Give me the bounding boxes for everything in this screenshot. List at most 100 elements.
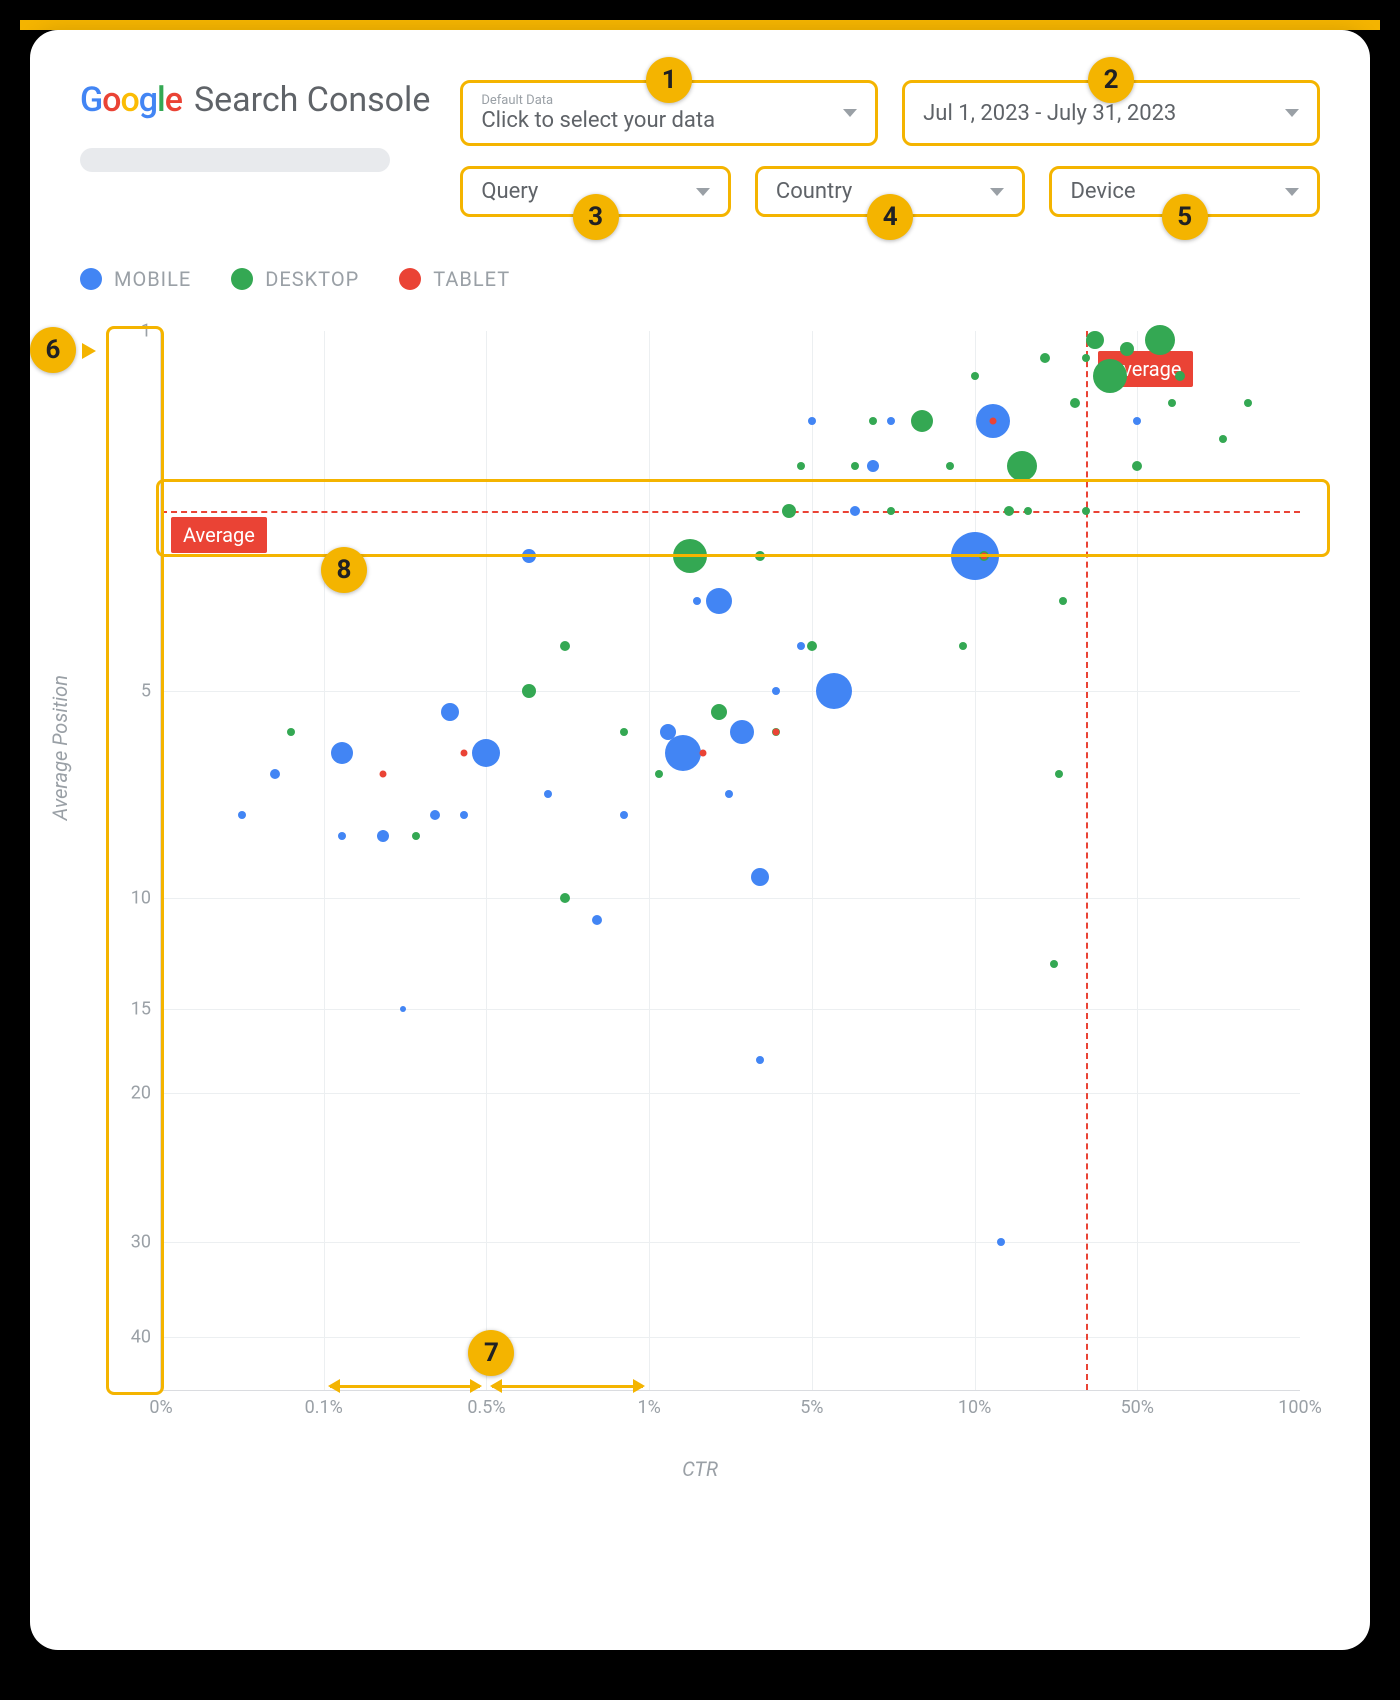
- data-point[interactable]: [997, 1238, 1005, 1246]
- data-point[interactable]: [797, 642, 805, 650]
- data-point[interactable]: [331, 742, 353, 764]
- data-point[interactable]: [620, 811, 628, 819]
- data-point[interactable]: [472, 739, 500, 767]
- data-selector-dropdown[interactable]: Default Data Click to select your data 1: [460, 80, 878, 146]
- data-point[interactable]: [1082, 354, 1090, 362]
- data-point[interactable]: [1004, 506, 1014, 516]
- data-point[interactable]: [699, 750, 706, 757]
- data-point[interactable]: [238, 811, 246, 819]
- data-point[interactable]: [1093, 359, 1127, 393]
- data-point[interactable]: [400, 1006, 406, 1012]
- plot-area: 0%0.1%0.5%1%5%10%50%100%151015203040Aver…: [160, 331, 1300, 1391]
- data-point[interactable]: [772, 687, 780, 695]
- data-point[interactable]: [797, 462, 805, 470]
- data-point[interactable]: [560, 641, 570, 651]
- data-point[interactable]: [850, 506, 860, 516]
- chart: Average Position 0%0.1%0.5%1%5%10%50%100…: [80, 321, 1320, 1441]
- data-point[interactable]: [1133, 417, 1141, 425]
- data-point[interactable]: [665, 735, 701, 771]
- data-point[interactable]: [1024, 507, 1032, 515]
- device-dropdown[interactable]: Device 5: [1049, 166, 1320, 217]
- data-point[interactable]: [1219, 435, 1227, 443]
- data-point[interactable]: [380, 770, 387, 777]
- data-point[interactable]: [981, 553, 988, 560]
- data-point[interactable]: [655, 770, 663, 778]
- arrow-right-icon: [82, 343, 96, 359]
- data-point[interactable]: [1050, 960, 1058, 968]
- data-point[interactable]: [1059, 597, 1067, 605]
- data-point[interactable]: [673, 539, 707, 573]
- data-point[interactable]: [1132, 461, 1142, 471]
- query-label: Query: [481, 179, 538, 204]
- date-range-dropdown[interactable]: Jul 1, 2023 - July 31, 2023 2: [902, 80, 1320, 146]
- data-point[interactable]: [990, 418, 997, 425]
- data-point[interactable]: [959, 642, 967, 650]
- data-point[interactable]: [1244, 399, 1252, 407]
- callout-1: 1: [646, 57, 692, 103]
- data-point[interactable]: [338, 832, 346, 840]
- data-point[interactable]: [782, 504, 796, 518]
- data-point[interactable]: [971, 372, 979, 380]
- data-point[interactable]: [756, 1056, 764, 1064]
- data-point[interactable]: [755, 551, 765, 561]
- callout-3: 3: [573, 194, 619, 240]
- data-point[interactable]: [560, 893, 570, 903]
- header: Google Search Console Default Data Click…: [80, 80, 1320, 217]
- data-point[interactable]: [287, 728, 295, 736]
- data-point[interactable]: [693, 597, 701, 605]
- data-point[interactable]: [441, 703, 459, 721]
- data-point[interactable]: [620, 728, 628, 736]
- data-point[interactable]: [1168, 399, 1176, 407]
- legend: MOBILE DESKTOP TABLET: [80, 267, 1320, 291]
- data-point[interactable]: [522, 684, 536, 698]
- callout-7: 7: [468, 1330, 514, 1376]
- data-point[interactable]: [544, 790, 552, 798]
- data-point[interactable]: [1145, 325, 1175, 355]
- avg-row-highlight: [156, 479, 1330, 557]
- data-point[interactable]: [869, 417, 877, 425]
- average-badge-horizontal: Average: [171, 517, 267, 553]
- data-point[interactable]: [946, 462, 954, 470]
- data-point[interactable]: [1175, 371, 1185, 381]
- data-point[interactable]: [522, 549, 536, 563]
- data-point[interactable]: [1040, 353, 1050, 363]
- x-axis-label: CTR: [682, 1457, 718, 1481]
- data-point[interactable]: [1070, 398, 1080, 408]
- data-point[interactable]: [592, 915, 602, 925]
- data-point[interactable]: [430, 810, 440, 820]
- data-point[interactable]: [412, 832, 420, 840]
- date-range-label: Jul 1, 2023 - July 31, 2023: [923, 101, 1176, 126]
- query-dropdown[interactable]: Query 3: [460, 166, 731, 217]
- data-point[interactable]: [808, 417, 816, 425]
- data-point[interactable]: [851, 462, 859, 470]
- data-point[interactable]: [772, 729, 779, 736]
- callout-5: 5: [1162, 194, 1208, 240]
- data-point[interactable]: [377, 830, 389, 842]
- data-point[interactable]: [867, 460, 879, 472]
- data-point[interactable]: [816, 673, 852, 709]
- data-point[interactable]: [1055, 770, 1063, 778]
- data-point[interactable]: [460, 750, 467, 757]
- data-point[interactable]: [725, 790, 733, 798]
- data-point[interactable]: [1007, 451, 1037, 481]
- data-point[interactable]: [730, 720, 754, 744]
- data-point[interactable]: [951, 532, 999, 580]
- data-point[interactable]: [706, 588, 732, 614]
- data-point[interactable]: [270, 769, 280, 779]
- data-point[interactable]: [1086, 331, 1104, 349]
- data-point[interactable]: [887, 507, 895, 515]
- x-tick: 10%: [958, 1397, 991, 1418]
- country-dropdown[interactable]: Country 4: [755, 166, 1026, 217]
- data-point[interactable]: [887, 417, 895, 425]
- legend-item-desktop: DESKTOP: [231, 267, 359, 291]
- data-point[interactable]: [911, 410, 933, 432]
- chevron-down-icon: [1285, 188, 1299, 196]
- data-point[interactable]: [460, 811, 468, 819]
- data-point[interactable]: [751, 868, 769, 886]
- data-point[interactable]: [711, 704, 727, 720]
- dashboard-card: Google Search Console Default Data Click…: [30, 30, 1370, 1650]
- data-point[interactable]: [807, 641, 817, 651]
- filters: Default Data Click to select your data 1…: [460, 80, 1320, 217]
- data-point[interactable]: [1120, 342, 1134, 356]
- data-point[interactable]: [1082, 507, 1090, 515]
